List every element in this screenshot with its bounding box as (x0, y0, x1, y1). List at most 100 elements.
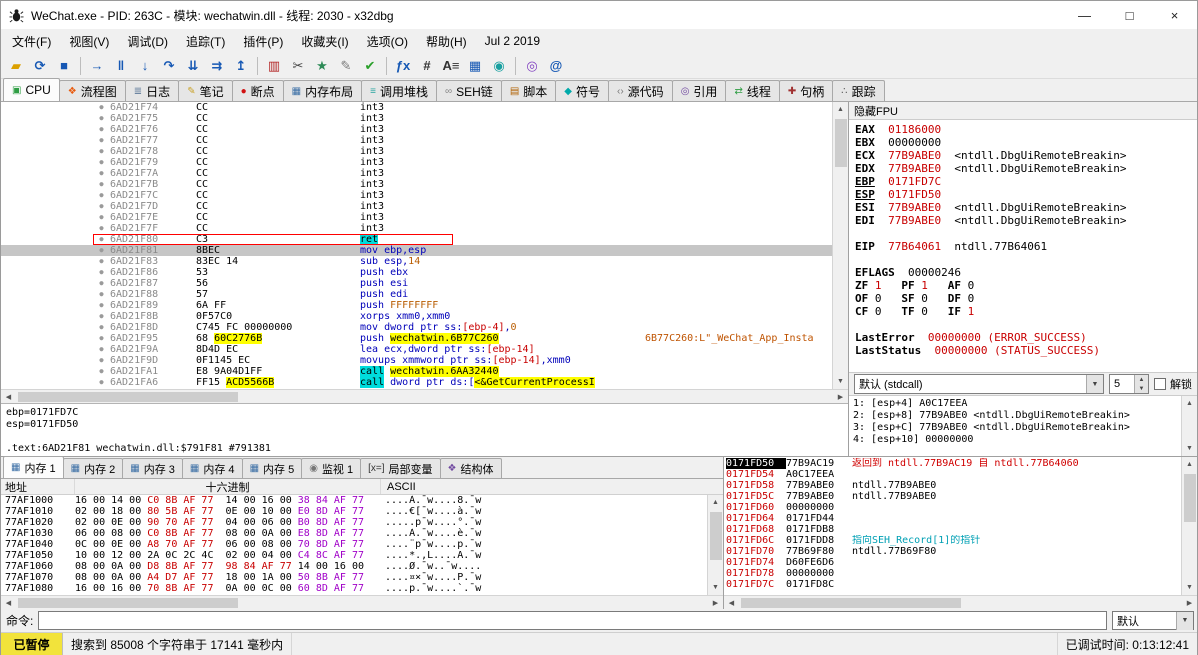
scroll-up-arrow[interactable]: ▲ (833, 102, 849, 117)
dump-vscrollbar[interactable]: ▲ ▼ (707, 495, 723, 595)
breakpoint-dot[interactable]: ● (93, 190, 110, 201)
tab-call-stack[interactable]: ≡调用堆栈 (361, 80, 437, 101)
disasm-row[interactable]: ●6AD21F78CCint3 (1, 146, 832, 157)
breakpoint-dot[interactable]: ● (93, 102, 110, 113)
dump-hscrollbar[interactable]: ◀ ▶ (1, 595, 723, 609)
disasm-row[interactable]: ●6AD21FA1E8 9A04D1FFcall wechatwin.6AA32… (1, 366, 832, 377)
scroll-thumb[interactable] (741, 598, 961, 608)
maximize-button[interactable]: □ (1107, 1, 1152, 29)
dump-row[interactable]: 77AF108016 00 16 00 70 8B AF 77 0A 00 0C… (5, 583, 707, 594)
spin-down-icon[interactable]: ▼ (1135, 384, 1148, 393)
minimize-button[interactable]: — (1062, 1, 1107, 29)
tab-dump-1[interactable]: ▦内存 1 (3, 456, 64, 478)
search-icon[interactable]: ◎ (521, 55, 543, 77)
stack-row[interactable]: 0171FD7800000000 (726, 568, 1181, 579)
register-row[interactable]: ESP 0171FD50 (855, 188, 1197, 201)
breakpoint-dot[interactable]: ● (93, 168, 110, 179)
pause-icon[interactable]: ‖ (110, 55, 132, 77)
tab-threads[interactable]: ⇄线程 (725, 80, 779, 101)
disasm-row[interactable]: ●6AD21F8756push esi (1, 278, 832, 289)
calling-convention-combo[interactable]: 默认 (stdcall) ▼ (854, 374, 1104, 394)
disasm-row[interactable]: ●6AD21F8857push edi (1, 289, 832, 300)
scroll-track[interactable] (16, 390, 833, 404)
register-row[interactable]: EFLAGS 00000246 (855, 266, 1197, 279)
register-row[interactable]: ECX 77B9ABE0 <ntdll.DbgUiRemoteBreakin> (855, 149, 1197, 162)
patches-icon[interactable]: ✂ (287, 55, 309, 77)
breakpoint-dot[interactable]: ● (93, 135, 110, 146)
tab-script[interactable]: ▤脚本 (501, 80, 556, 101)
breakpoint-dot[interactable]: ● (93, 245, 110, 256)
disasm-row[interactable]: ●6AD21F7CCCint3 (1, 190, 832, 201)
disasm-row[interactable]: ●6AD21F79CCint3 (1, 157, 832, 168)
tab-source[interactable]: ‹›源代码 (608, 80, 673, 101)
tab-handles[interactable]: ✚句柄 (779, 80, 833, 101)
dump-row[interactable]: 77AF100016 00 14 00 C0 8B AF 77 14 00 16… (5, 495, 707, 506)
unlock-checkbox[interactable] (1154, 378, 1166, 390)
disasm-row[interactable]: ●6AD21F8653push ebx (1, 267, 832, 278)
scroll-thumb[interactable] (1184, 474, 1196, 522)
scroll-thumb[interactable] (18, 392, 238, 402)
disasm-row[interactable]: ●6AD21F75CCint3 (1, 113, 832, 124)
dump-row[interactable]: 77AF102002 00 0E 00 90 70 AF 77 04 00 06… (5, 517, 707, 528)
breakpoint-dot[interactable]: ● (93, 311, 110, 322)
run-icon[interactable]: → (86, 55, 108, 77)
tab-dump-4[interactable]: ▦内存 4 (182, 458, 243, 478)
tab-notes[interactable]: ✎笔记 (178, 80, 232, 101)
stack-hscrollbar[interactable]: ◀ ▶ (724, 595, 1197, 609)
tab-struct[interactable]: ❖结构体 (440, 458, 502, 478)
tab-trace[interactable]: ∴跟踪 (832, 80, 884, 101)
label-icon[interactable]: A≡ (440, 55, 462, 77)
disasm-row[interactable]: ●6AD21F7ACCint3 (1, 168, 832, 179)
register-row[interactable]: EIP 77B64061 ntdll.77B64061 (855, 240, 1197, 253)
scroll-track[interactable] (833, 117, 849, 374)
disasm-row[interactable]: ●6AD21F9D0F1145 ECmovups xmmword ptr ss:… (1, 355, 832, 366)
arguments-vscrollbar[interactable]: ▲ ▼ (1181, 396, 1197, 456)
disasm-row[interactable]: ●6AD21F9568 60C2776Bpush wechatwin.6B77C… (1, 333, 832, 344)
log-icon[interactable]: ▥ (263, 55, 285, 77)
restart-icon[interactable]: ⟳ (29, 55, 51, 77)
breakpoint-dot[interactable]: ● (93, 289, 110, 300)
scroll-track[interactable] (1182, 411, 1198, 441)
breakpoint-dot[interactable]: ● (93, 256, 110, 267)
scroll-right-arrow[interactable]: ▶ (708, 596, 723, 610)
tab-dump-5[interactable]: ▦内存 5 (242, 458, 303, 478)
breakpoint-dot[interactable]: ● (93, 300, 110, 311)
dump-row[interactable]: 77AF101002 00 18 00 80 5B AF 77 0E 00 10… (5, 506, 707, 517)
disasm-row[interactable]: ●6AD21F7FCCint3 (1, 223, 832, 234)
disasm-row[interactable]: ●6AD21F8B0F57C0xorps xmm0,xmm0 (1, 311, 832, 322)
register-row[interactable]: EDX 77B9ABE0 <ntdll.DbgUiRemoteBreakin> (855, 162, 1197, 175)
disasm-row[interactable]: ●6AD21F7BCCint3 (1, 179, 832, 190)
scroll-left-arrow[interactable]: ◀ (724, 596, 739, 610)
menu-item[interactable]: 插件(P) (234, 30, 292, 53)
scroll-left-arrow[interactable]: ◀ (1, 596, 16, 610)
check-icon[interactable]: ✔ (359, 55, 381, 77)
stack-row[interactable]: 0171FD5C77B9ABE0ntdll.77B9ABE0 (726, 491, 1181, 502)
disassembly-hscrollbar[interactable]: ◀ ▶ (1, 389, 848, 403)
breakpoint-dot[interactable]: ● (93, 333, 110, 344)
tab-dump-2[interactable]: ▦内存 2 (63, 458, 124, 478)
favourites-icon[interactable]: ★ (311, 55, 333, 77)
tab-symbols[interactable]: ◆符号 (555, 80, 609, 101)
scroll-track[interactable] (16, 596, 708, 610)
close-button[interactable]: × (1152, 1, 1197, 29)
stack-vscrollbar[interactable]: ▲ ▼ (1181, 457, 1197, 595)
disasm-row[interactable]: ●6AD21F8383EC 14sub esp,14 (1, 256, 832, 267)
references-icon[interactable]: @ (545, 55, 567, 77)
menu-item[interactable]: 视图(V) (60, 30, 118, 53)
register-row[interactable]: LastStatus 00000000 (STATUS_SUCCESS) (855, 344, 1197, 357)
scroll-right-arrow[interactable]: ▶ (833, 390, 848, 404)
disassembly-vscrollbar[interactable]: ▲ ▼ (832, 102, 848, 389)
register-row[interactable]: EBP 0171FD7C (855, 175, 1197, 188)
calculator-icon[interactable]: ƒx (392, 55, 414, 77)
disasm-row[interactable]: ●6AD21F896A FFpush FFFFFFFF (1, 300, 832, 311)
scroll-left-arrow[interactable]: ◀ (1, 390, 16, 404)
step-into-icon[interactable]: ↓ (134, 55, 156, 77)
stack-row[interactable]: 0171FD640171FD44 (726, 513, 1181, 524)
chevron-down-icon[interactable]: ▼ (1086, 375, 1103, 393)
register-row[interactable]: CF 0 TF 0 IF 1 (855, 305, 1197, 318)
breakpoint-dot[interactable]: ● (93, 366, 110, 377)
menu-item[interactable]: 追踪(T) (177, 30, 234, 53)
menu-item[interactable]: 选项(O) (358, 30, 417, 53)
tab-locals[interactable]: [x=]局部变量 (360, 458, 440, 478)
breakpoint-dot[interactable]: ● (93, 157, 110, 168)
